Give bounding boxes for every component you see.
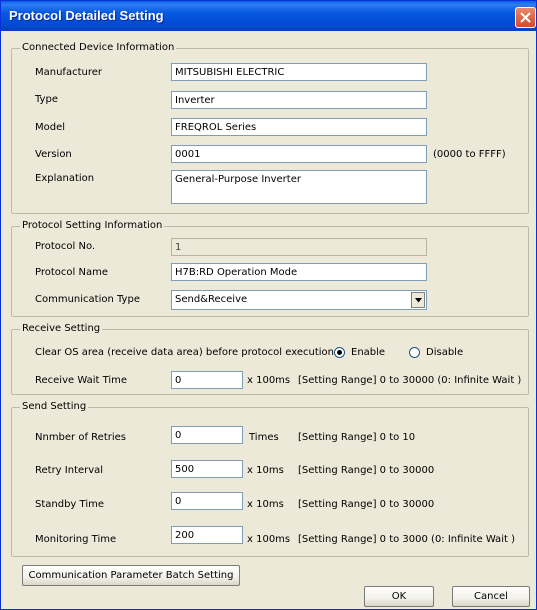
standby-time-unit: x 10ms: [247, 499, 284, 510]
communication-type-select[interactable]: Send&Receive: [171, 290, 427, 310]
disable-label[interactable]: Disable: [426, 347, 463, 358]
receive-wait-field[interactable]: 0: [171, 371, 243, 389]
group-title: Protocol Setting Information: [20, 220, 165, 231]
standby-time-label: Standby Time: [35, 499, 104, 510]
ok-button[interactable]: OK: [364, 586, 434, 607]
model-field[interactable]: FREQROL Series: [171, 118, 427, 136]
version-label: Version: [35, 149, 72, 160]
receive-wait-range: [Setting Range] 0 to 30000 (0: Infinite …: [298, 375, 522, 386]
retries-unit: Times: [249, 432, 279, 443]
title-bar[interactable]: Protocol Detailed Setting: [1, 1, 536, 31]
model-label: Model: [35, 122, 66, 133]
protocol-no-field: 1: [171, 238, 427, 256]
version-range: (0000 to FFFF): [433, 149, 506, 160]
manufacturer-label: Manufacturer: [35, 67, 102, 78]
type-field[interactable]: Inverter: [171, 91, 427, 109]
chevron-down-icon: [415, 298, 422, 303]
receive-wait-unit: x 100ms: [247, 375, 291, 386]
cancel-button[interactable]: Cancel: [452, 586, 530, 607]
version-field[interactable]: 0001: [171, 145, 427, 163]
communication-type-label: Communication Type: [35, 294, 140, 305]
receive-wait-label: Receive Wait Time: [35, 375, 128, 386]
group-title: Send Setting: [20, 401, 89, 412]
type-label: Type: [35, 94, 58, 105]
communication-type-value: Send&Receive: [175, 294, 248, 305]
explanation-field[interactable]: General-Purpose Inverter: [171, 170, 427, 204]
retry-interval-label: Retry Interval: [35, 465, 104, 476]
batch-setting-button[interactable]: Communication Parameter Batch Setting: [22, 565, 240, 586]
explanation-label: Explanation: [35, 173, 95, 184]
retry-interval-unit: x 10ms: [247, 465, 284, 476]
group-title: Connected Device Information: [20, 42, 177, 53]
standby-time-field[interactable]: 0: [171, 492, 243, 510]
clear-os-area-label: Clear OS area (receive data area) before…: [35, 347, 334, 358]
protocol-name-field[interactable]: H7B:RD Operation Mode: [171, 263, 427, 281]
retry-interval-range: [Setting Range] 0 to 30000: [298, 465, 435, 476]
retries-range: [Setting Range] 0 to 10: [298, 432, 416, 443]
monitoring-time-unit: x 100ms: [247, 534, 291, 545]
monitoring-time-range: [Setting Range] 0 to 3000 (0: Infinite W…: [298, 534, 515, 545]
retry-interval-field[interactable]: 500: [171, 460, 243, 478]
protocol-no-label: Protocol No.: [35, 241, 96, 252]
protocol-name-label: Protocol Name: [35, 267, 108, 278]
group-title: Receive Setting: [20, 323, 103, 334]
disable-radio[interactable]: [409, 347, 420, 358]
monitoring-time-label: Monitoring Time: [35, 534, 117, 545]
retries-field[interactable]: 0: [171, 426, 243, 444]
dropdown-button[interactable]: [411, 292, 425, 308]
enable-radio[interactable]: [334, 347, 345, 358]
manufacturer-field[interactable]: MITSUBISHI ELECTRIC: [171, 63, 427, 81]
monitoring-time-field[interactable]: 200: [171, 526, 243, 544]
window-title: Protocol Detailed Setting: [9, 8, 164, 23]
close-button[interactable]: [515, 7, 536, 28]
close-icon: [520, 12, 531, 23]
retries-label: Nnmber of Retries: [35, 432, 126, 443]
enable-label[interactable]: Enable: [351, 347, 385, 358]
standby-time-range: [Setting Range] 0 to 30000: [298, 499, 435, 510]
dialog-window: Protocol Detailed Setting Connected Devi…: [0, 0, 537, 610]
